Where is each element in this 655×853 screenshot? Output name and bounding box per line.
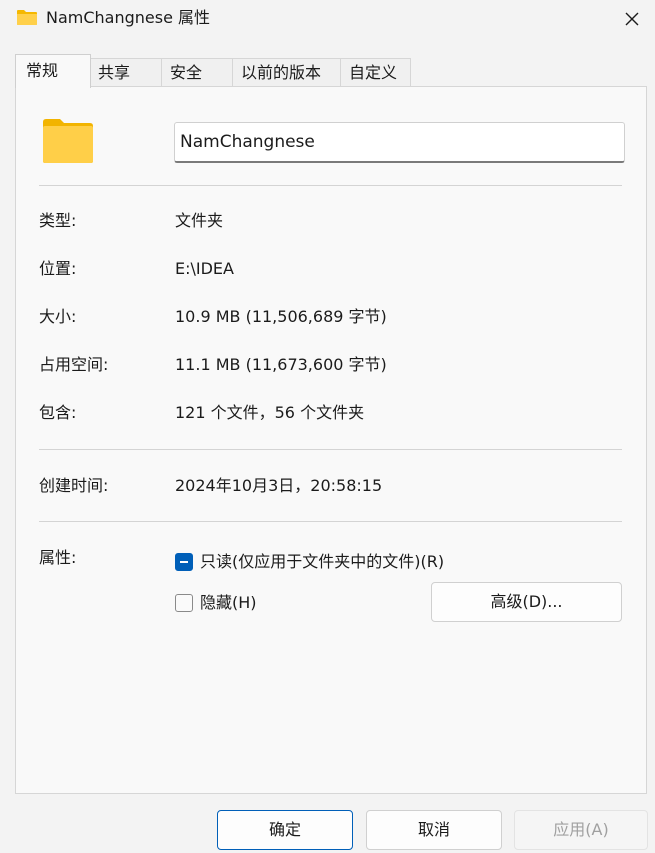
contains-label: 包含: [39,403,77,422]
created-value: 2024年10月3日，20:58:15 [175,476,383,495]
advanced-button[interactable]: 高级(D)... [431,582,622,622]
close-icon [625,12,639,26]
folder-name-input[interactable] [174,122,625,163]
location-label: 位置: [39,259,77,278]
cancel-button[interactable]: 取消 [366,810,502,850]
attributes-label: 属性: [39,548,77,567]
type-label: 类型: [39,211,77,230]
created-label: 创建时间: [39,476,109,495]
tab-customize[interactable]: 自定义 [340,58,411,86]
separator [39,185,622,186]
size-value: 10.9 MB (11,506,689 字节) [175,307,387,326]
tab-sharing[interactable]: 共享 [89,58,163,86]
contains-value: 121 个文件，56 个文件夹 [175,403,365,422]
tab-previous-versions[interactable]: 以前的版本 [232,58,342,86]
hidden-checkbox[interactable] [175,594,193,612]
apply-button[interactable]: 应用(A) [514,810,648,850]
size-on-disk-label: 占用空间: [39,355,109,374]
readonly-checkbox[interactable] [175,553,193,571]
tab-security[interactable]: 安全 [161,58,234,86]
size-on-disk-value: 11.1 MB (11,673,600 字节) [175,355,387,374]
size-label: 大小: [39,307,77,326]
readonly-label[interactable]: 只读(仅应用于文件夹中的文件)(R) [200,551,444,573]
close-button[interactable] [609,0,655,38]
location-value: E:\IDEA [175,259,234,278]
title-bar: NamChangnese 属性 [0,0,655,38]
tab-general[interactable]: 常规 [15,54,91,88]
separator [39,521,622,522]
folder-icon [17,10,37,25]
type-value: 文件夹 [175,211,224,230]
folder-icon [43,119,93,163]
ok-button[interactable]: 确定 [217,810,353,850]
general-panel [15,86,647,794]
window-title: NamChangnese 属性 [46,8,211,27]
hidden-label[interactable]: 隐藏(H) [200,592,257,614]
separator [39,449,622,450]
